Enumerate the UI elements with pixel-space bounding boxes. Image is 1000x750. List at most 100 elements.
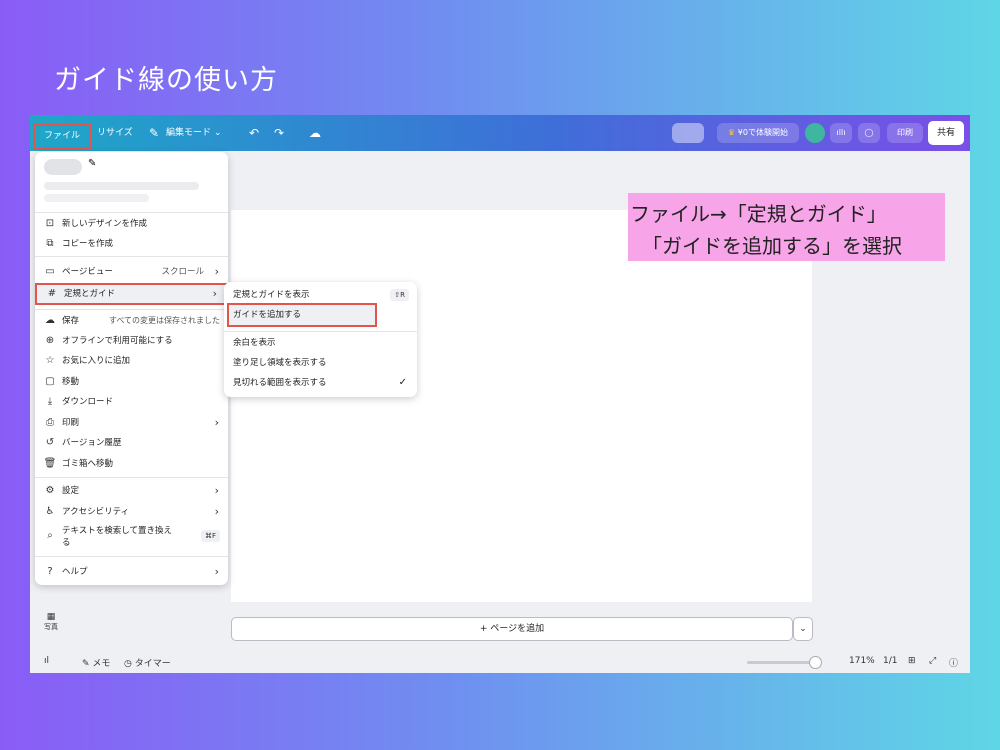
- menu-item-save[interactable]: ☁ 保存 すべての変更は保存されました: [35, 311, 228, 331]
- download-label: ダウンロード: [62, 397, 114, 407]
- menu-item-download[interactable]: ⤓ ダウンロード: [35, 392, 228, 412]
- help-icon[interactable]: ⓘ: [949, 656, 958, 669]
- add-page-dropdown[interactable]: ⌄: [793, 617, 813, 641]
- find-replace-shortcut: ⌘F: [200, 530, 220, 542]
- bar-chart-icon[interactable]: ıl: [44, 656, 49, 666]
- add-guide-label: ガイドを追加する: [233, 310, 302, 320]
- memo-icon: ✎: [82, 659, 93, 669]
- menu-item-settings[interactable]: ⚙ 設定 ›: [35, 481, 228, 501]
- crown-icon: ♛: [728, 128, 738, 137]
- callout-line-1: ファイル→「定規とガイド」: [630, 202, 887, 226]
- rulers-guides-label: 定規とガイド: [64, 289, 116, 299]
- sidebar-item-photo[interactable]: ▦ 写真: [36, 612, 66, 632]
- design-canvas[interactable]: [231, 210, 812, 602]
- menu-item-add-guide[interactable]: ガイドを追加する: [227, 303, 377, 327]
- menu-item-rulers-guides[interactable]: # 定規とガイド ›: [35, 283, 228, 305]
- settings-label: 設定: [62, 486, 80, 496]
- menu-item-version-history[interactable]: ↺ バージョン履歴: [35, 433, 228, 453]
- rename-pencil-icon[interactable]: ✎: [88, 158, 96, 169]
- callout-line-2: 「ガイドを追加する」を選択: [642, 234, 902, 258]
- page-view-value: スクロール: [161, 267, 204, 277]
- monitor-icon: ▭: [45, 266, 55, 277]
- bottom-bar: ıl ✎ メモ ◷ タイマー 171% 1/1 ⊞ ⤢ ⓘ: [30, 650, 970, 673]
- memo-label: メモ: [92, 659, 111, 669]
- chevron-right-icon: ›: [214, 505, 219, 518]
- hash-icon: #: [47, 288, 57, 299]
- menu-item-print[interactable]: ⎙ 印刷 ›: [35, 413, 228, 433]
- offline-download-icon: ⊕: [45, 335, 55, 346]
- redo-icon[interactable]: ↷: [274, 115, 284, 151]
- chevron-right-icon: ›: [214, 416, 219, 429]
- cloud-save-icon[interactable]: ☁: [309, 115, 321, 151]
- analytics-icon[interactable]: ıllı: [830, 123, 852, 143]
- menu-item-show-cut-area[interactable]: 見切れる範囲を表示する ✓: [224, 373, 417, 393]
- zoom-level[interactable]: 171%: [849, 656, 875, 666]
- page-count: 1/1: [883, 656, 898, 666]
- zoom-slider[interactable]: [747, 661, 817, 664]
- menu-item-show-bleed[interactable]: 塗り足し領域を表示する: [224, 353, 417, 373]
- menu-item-help[interactable]: ? ヘルプ ›: [35, 562, 228, 582]
- undo-icon[interactable]: ↶: [249, 115, 259, 151]
- help-label: ヘルプ: [62, 567, 88, 577]
- design-info-placeholder-2: [44, 194, 149, 202]
- file-menu-button[interactable]: ファイル: [33, 124, 91, 150]
- timer-icon: ◷: [124, 659, 135, 669]
- menu-item-offline[interactable]: ⊕ オフラインで利用可能にする: [35, 331, 228, 351]
- design-name-placeholder: [44, 159, 82, 175]
- menu-item-move[interactable]: ▢ 移動: [35, 372, 228, 392]
- page-view-label: ページビュー: [62, 267, 113, 277]
- add-page-button[interactable]: + ページを追加: [231, 617, 793, 641]
- find-replace-label: テキストを検索して置き換える: [62, 526, 172, 548]
- design-info-placeholder: [44, 182, 199, 190]
- trial-label: ¥0で体験開始: [737, 128, 788, 137]
- offline-label: オフラインで利用可能にする: [62, 336, 173, 346]
- save-status: すべての変更は保存されました: [108, 316, 220, 325]
- fullscreen-icon[interactable]: ⤢: [929, 656, 936, 666]
- chevron-down-icon[interactable]: ⌄: [214, 115, 222, 151]
- grid-view-icon[interactable]: ⊞: [908, 656, 916, 666]
- menu-item-copy[interactable]: ⧉ コピーを作成: [35, 234, 228, 254]
- new-design-label: 新しいデザインを作成: [62, 219, 148, 229]
- folder-icon: ▢: [45, 376, 55, 387]
- menu-item-find-replace[interactable]: ⌕ テキストを検索して置き換える ⌘F: [35, 522, 228, 552]
- edit-mode-button[interactable]: 編集モード: [166, 115, 211, 151]
- sidebar-photo-label: 写真: [44, 623, 58, 631]
- gear-icon: ⚙: [45, 485, 55, 496]
- history-icon: ↺: [45, 437, 55, 448]
- trial-button[interactable]: ♛ ¥0で体験開始: [717, 123, 799, 143]
- avatar[interactable]: [672, 123, 704, 143]
- menu-item-accessibility[interactable]: ♿ アクセシビリティ ›: [35, 502, 228, 522]
- resize-button[interactable]: リサイズ: [97, 115, 133, 151]
- show-rulers-shortcut: ⇧R: [390, 289, 409, 301]
- share-button[interactable]: 共有: [928, 121, 964, 145]
- page-title: ガイド線の使い方: [54, 65, 278, 96]
- comment-icon[interactable]: ◯: [858, 123, 880, 143]
- show-margins-label: 余白を表示: [233, 338, 276, 348]
- checkmark-icon: ✓: [398, 377, 407, 388]
- menu-item-show-margins[interactable]: 余白を表示: [224, 333, 417, 353]
- instruction-callout: ファイル→「定規とガイド」 「ガイドを追加する」を選択: [628, 193, 945, 261]
- accessibility-label: アクセシビリティ: [62, 507, 130, 517]
- menu-item-favorite[interactable]: ☆ お気に入りに追加: [35, 351, 228, 371]
- pencil-icon: ✎: [149, 126, 160, 140]
- copy-icon: ⧉: [46, 238, 54, 249]
- show-rulers-label: 定規とガイドを表示: [233, 290, 310, 300]
- chevron-right-icon: ›: [214, 565, 219, 578]
- memo-button[interactable]: ✎ メモ: [82, 656, 110, 669]
- move-label: 移動: [62, 377, 80, 387]
- photo-icon: ▦: [46, 612, 56, 622]
- timer-label: タイマー: [134, 659, 171, 669]
- star-icon: ☆: [45, 355, 55, 366]
- profile-avatar[interactable]: [805, 123, 825, 143]
- copy-label: コピーを作成: [62, 239, 114, 249]
- version-history-label: バージョン履歴: [62, 438, 122, 448]
- zoom-slider-handle[interactable]: [809, 656, 822, 669]
- print-button[interactable]: 印刷: [887, 123, 923, 143]
- trash-icon: 🗑: [43, 458, 57, 469]
- timer-button[interactable]: ◷ タイマー: [124, 656, 171, 669]
- menu-item-page-view[interactable]: ▭ ページビュー スクロール ›: [35, 262, 228, 282]
- menu-item-trash[interactable]: 🗑 ゴミ箱へ移動: [35, 454, 228, 474]
- menu-item-new-design[interactable]: ⊡ 新しいデザインを作成: [35, 214, 228, 234]
- menu-item-show-rulers[interactable]: 定規とガイドを表示 ⇧R: [224, 285, 417, 305]
- accessibility-icon: ♿: [45, 506, 55, 517]
